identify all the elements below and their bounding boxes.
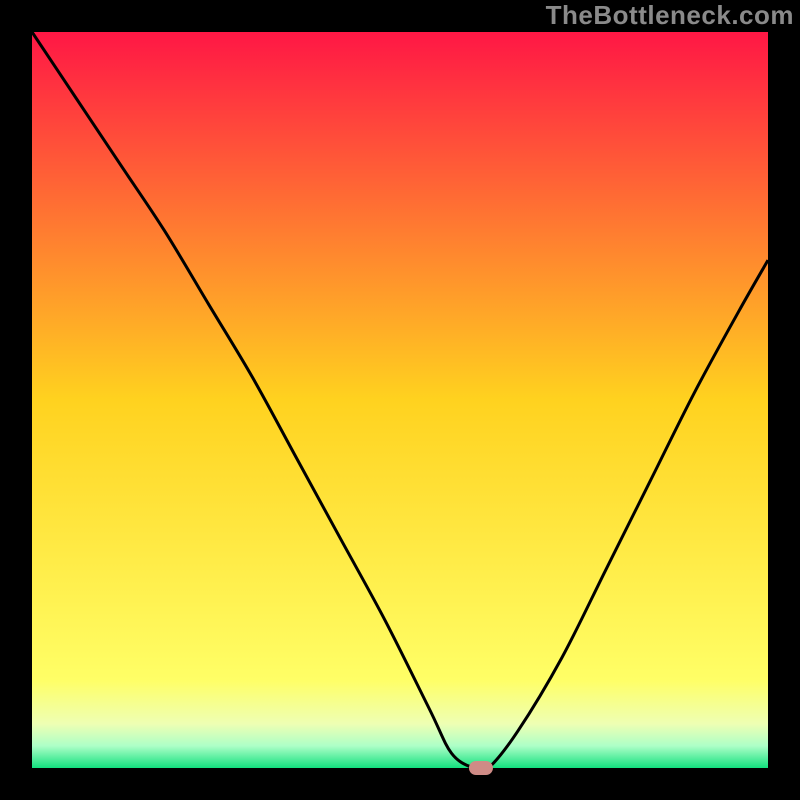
minimum-marker (469, 761, 493, 775)
bottleneck-chart: TheBottleneck.com (0, 0, 800, 800)
chart-gradient-area (32, 32, 768, 768)
watermark-text: TheBottleneck.com (546, 0, 794, 31)
chart-canvas (0, 0, 800, 800)
